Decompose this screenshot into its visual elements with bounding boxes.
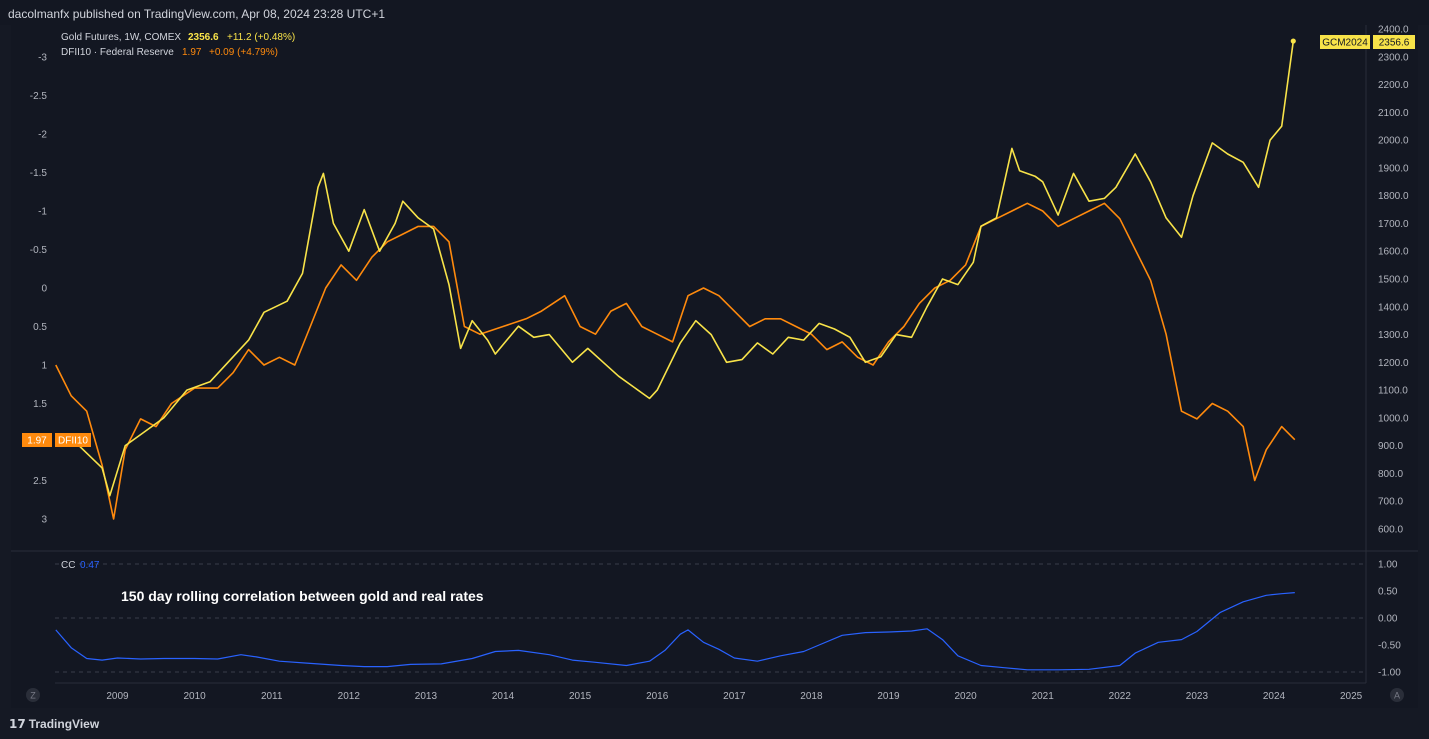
left-axis-tick: -1 <box>38 207 47 218</box>
right-axis-tick: 1000.0 <box>1378 413 1409 424</box>
cc-axis-tick: -0.50 <box>1378 641 1401 652</box>
left-axis-tick: 3 <box>41 515 47 526</box>
x-axis-tick: 2009 <box>106 691 129 702</box>
left-axis-tick: 0 <box>41 284 47 295</box>
chart-background <box>11 25 1418 708</box>
x-axis-tick: 2012 <box>338 691 361 702</box>
left-axis-tick: -2 <box>38 130 47 141</box>
cc-legend-value: 0.47 <box>80 560 100 571</box>
tradingview-logo-text: TradingView <box>28 717 100 731</box>
tradingview-logo[interactable]: 17 TradingView <box>9 717 99 731</box>
left-axis-tick: -3 <box>38 53 47 64</box>
right-axis-tick: 1700.0 <box>1378 219 1409 230</box>
footer: 17 TradingView <box>0 708 1429 739</box>
a-button-label: A <box>1394 691 1400 701</box>
rate-value-badge-label: 1.97 <box>27 436 47 447</box>
right-axis-tick: 1900.0 <box>1378 163 1409 174</box>
left-axis-tick: -1.5 <box>30 168 48 179</box>
cc-axis-tick: 1.00 <box>1378 560 1398 571</box>
right-axis-tick: 2100.0 <box>1378 108 1409 119</box>
right-axis-tick: 1800.0 <box>1378 191 1409 202</box>
left-axis-tick: -2.5 <box>30 91 48 102</box>
right-axis-tick: 2300.0 <box>1378 52 1409 63</box>
cc-legend-name: CC <box>61 560 75 571</box>
left-axis-tick: 2.5 <box>33 476 47 487</box>
legend-rate-name: DFII10 · Federal Reserve <box>61 47 174 58</box>
x-axis-tick: 2010 <box>183 691 206 702</box>
right-axis-tick: 700.0 <box>1378 497 1403 508</box>
x-axis-tick: 2023 <box>1186 691 1209 702</box>
x-axis-tick: 2013 <box>415 691 438 702</box>
right-axis-tick: 1200.0 <box>1378 358 1409 369</box>
cc-axis-tick: 0.00 <box>1378 614 1398 625</box>
x-axis-tick: 2017 <box>723 691 746 702</box>
x-axis-tick: 2021 <box>1032 691 1055 702</box>
legend-rate-change: +0.09 (+4.79%) <box>209 47 278 58</box>
log-scale-button[interactable]: Z <box>26 688 40 702</box>
legend-gold-value: 2356.6 <box>188 32 219 43</box>
cc-axis-tick: 0.50 <box>1378 587 1398 598</box>
right-axis-tick: 2200.0 <box>1378 80 1409 91</box>
x-axis-tick: 2025 <box>1340 691 1363 702</box>
x-axis-tick: 2020 <box>954 691 977 702</box>
rate-ticker-badge-label: DFII10 <box>58 436 88 447</box>
chart-area[interactable]: -3-2.5-2-1.5-1-0.500.511.522.53 2400.023… <box>0 0 1429 708</box>
x-axis-tick: 2014 <box>492 691 515 702</box>
right-axis-tick: 800.0 <box>1378 469 1403 480</box>
right-axis-tick: 1100.0 <box>1378 386 1408 397</box>
cc-axis-tick: -1.00 <box>1378 668 1401 679</box>
legend-gold-change: +11.2 (+0.48%) <box>227 32 295 43</box>
left-axis-tick: 1 <box>41 361 47 372</box>
z-button-label: Z <box>30 691 36 701</box>
right-axis-tick: 1400.0 <box>1378 302 1409 313</box>
right-axis-tick: 600.0 <box>1378 525 1403 536</box>
x-axis-tick: 2022 <box>1109 691 1132 702</box>
x-axis-tick: 2024 <box>1263 691 1286 702</box>
left-axis-tick: 0.5 <box>33 322 47 333</box>
right-axis-tick: 900.0 <box>1378 441 1403 452</box>
right-axis-tick: 2400.0 <box>1378 25 1409 36</box>
auto-scale-button[interactable]: A <box>1390 688 1404 702</box>
correlation-annotation: 150 day rolling correlation between gold… <box>121 588 484 604</box>
x-axis-tick: 2016 <box>646 691 669 702</box>
left-axis-tick: -0.5 <box>30 245 48 256</box>
left-axis-tick: 1.5 <box>33 399 47 410</box>
gold-value-badge-label: 2356.6 <box>1379 38 1410 49</box>
right-axis-tick: 1300.0 <box>1378 330 1409 341</box>
right-axis-tick: 1600.0 <box>1378 247 1409 258</box>
legend-gold-name: Gold Futures, 1W, COMEX <box>61 32 181 43</box>
right-axis-tick: 2000.0 <box>1378 136 1409 147</box>
x-axis-tick: 2011 <box>261 691 283 702</box>
tradingview-logo-icon: 17 <box>9 717 26 731</box>
x-axis-tick: 2015 <box>569 691 592 702</box>
x-axis-tick: 2019 <box>877 691 900 702</box>
right-axis-tick: 1500.0 <box>1378 275 1409 286</box>
gold-last-point <box>1290 38 1296 44</box>
legend-rate-value: 1.97 <box>182 47 202 58</box>
gold-ticker-badge-label: GCM2024 <box>1322 38 1368 49</box>
x-axis-tick: 2018 <box>800 691 823 702</box>
